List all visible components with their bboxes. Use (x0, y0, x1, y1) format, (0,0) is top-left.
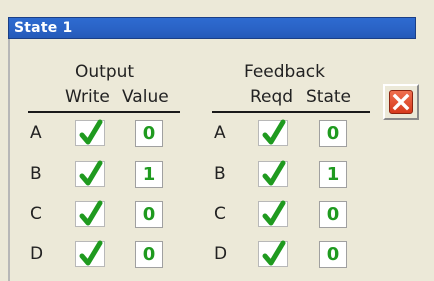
feedback-state-header: State (306, 87, 351, 107)
output-row-label: C (30, 204, 42, 224)
output-write-checkbox[interactable] (75, 240, 105, 267)
feedback-row-label: A (214, 123, 226, 143)
feedback-reqd-header: Reqd (250, 87, 294, 107)
feedback-reqd-checkbox[interactable] (258, 160, 288, 187)
output-row-label: A (30, 123, 42, 143)
output-write-checkbox[interactable] (75, 160, 105, 187)
feedback-heading: Feedback (244, 62, 325, 82)
output-heading: Output (75, 62, 135, 82)
output-header-rule (28, 111, 180, 113)
output-row-label: D (30, 244, 44, 264)
output-write-checkbox[interactable] (75, 119, 105, 146)
checkmark-icon (79, 240, 103, 266)
window-left-edge (8, 39, 10, 281)
output-write-header: Write (65, 87, 110, 107)
feedback-reqd-checkbox[interactable] (258, 119, 288, 146)
checkmark-icon (262, 119, 286, 145)
close-icon (392, 93, 410, 111)
checkmark-icon (79, 200, 103, 226)
close-button[interactable] (383, 84, 419, 120)
window-title: State 1 (14, 20, 73, 36)
output-value-header: Value (122, 87, 169, 107)
output-row-label: B (30, 164, 42, 184)
output-value-field[interactable]: 0 (135, 241, 163, 268)
checkmark-icon (79, 119, 103, 145)
checkmark-icon (262, 200, 286, 226)
output-value-field[interactable]: 1 (135, 161, 163, 188)
feedback-state-field[interactable]: 0 (319, 201, 347, 228)
feedback-state-field[interactable]: 0 (319, 120, 347, 147)
feedback-reqd-checkbox[interactable] (258, 200, 288, 227)
checkmark-icon (262, 160, 286, 186)
title-bar: State 1 (8, 17, 416, 39)
checkmark-icon (79, 160, 103, 186)
feedback-state-field[interactable]: 0 (319, 241, 347, 268)
feedback-state-field[interactable]: 1 (319, 161, 347, 188)
output-value-field[interactable]: 0 (135, 201, 163, 228)
feedback-header-rule (212, 111, 370, 113)
state-window: State 1 Output Write Value Feedback Reqd… (0, 0, 434, 281)
feedback-row-label: C (214, 204, 226, 224)
output-write-checkbox[interactable] (75, 200, 105, 227)
checkmark-icon (262, 240, 286, 266)
feedback-row-label: D (214, 244, 228, 264)
feedback-row-label: B (214, 164, 226, 184)
feedback-reqd-checkbox[interactable] (258, 240, 288, 267)
output-value-field[interactable]: 0 (135, 120, 163, 147)
